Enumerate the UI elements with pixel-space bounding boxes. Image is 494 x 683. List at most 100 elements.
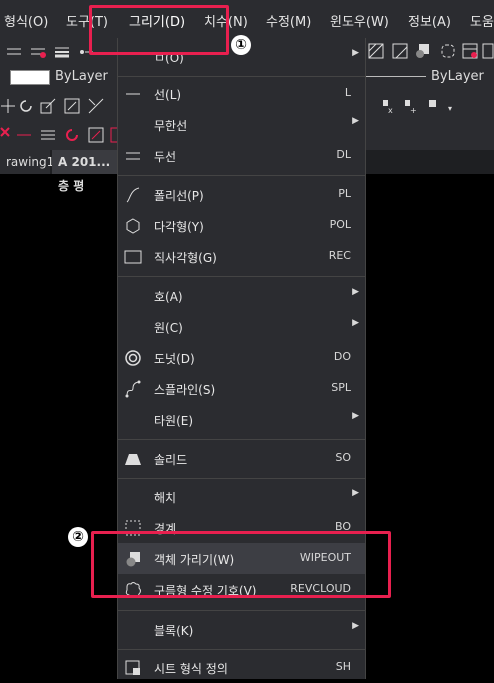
menu-item-label: 원(C) (154, 321, 183, 335)
block-edit-icon[interactable] (426, 98, 442, 114)
menu-item-rectangle[interactable]: 직사각형(G) REC (118, 241, 365, 272)
menu-item-line[interactable]: 선(L) L (118, 78, 365, 109)
menu-item-shortcut: SH (335, 660, 351, 673)
menu-item-polyline[interactable]: 폴리선(P) PL (118, 179, 365, 210)
menu-item-shortcut: POL (329, 218, 351, 231)
submenu-arrow-icon: ▶ (352, 621, 359, 631)
submenu-arrow-icon: ▶ (352, 48, 359, 58)
menu-item-label: 시트 형식 정의 (154, 662, 228, 676)
trim-icon[interactable] (88, 98, 104, 114)
menu-item-label: 다각형(Y) (154, 220, 204, 234)
menu-item-label: 타원(E) (154, 414, 194, 428)
color-bylayer-left[interactable]: ByLayer (55, 69, 108, 84)
callout-number-one: ① (231, 35, 251, 55)
regen-icon[interactable] (64, 127, 80, 143)
submenu-arrow-icon: ▶ (352, 116, 359, 126)
menu-item-xline[interactable]: 무한선 ▶ (118, 109, 365, 140)
menu-item-label: 블록(K) (154, 624, 194, 638)
toolbar-more-icon[interactable]: ▾ (448, 104, 452, 113)
menu-bar: 형식(O) 도구(T) 그리기(D) 치수(N) 수정(M) 윈도우(W) 정보… (0, 0, 494, 38)
submenu-arrow-icon: ▶ (352, 318, 359, 328)
layer-manager-icon[interactable] (30, 44, 46, 60)
menu-item-label: 폴리선(P) (154, 189, 204, 203)
menu-item-label: 선(L) (154, 88, 182, 102)
line-icon (126, 93, 140, 95)
submenu-arrow-icon: ▶ (352, 287, 359, 297)
svg-text:+: + (410, 106, 417, 114)
callout-number-two: ② (68, 527, 88, 547)
menu-separator (118, 439, 365, 440)
linetype-bylayer-right[interactable]: ByLayer (431, 69, 484, 84)
block-explode-icon[interactable]: x (380, 98, 396, 114)
menu-info[interactable]: 정보(A) (408, 11, 451, 30)
menu-separator (118, 478, 365, 479)
menu-item-sheet-format[interactable]: 시트 형식 정의 SH (118, 652, 365, 683)
spline-icon (125, 380, 141, 398)
menu-separator (118, 610, 365, 611)
menu-item-shortcut: PL (338, 187, 351, 200)
svg-text:x: x (388, 106, 393, 114)
menu-item-label: 두선 (154, 150, 177, 164)
stretch-icon[interactable] (64, 98, 80, 114)
donut-icon (125, 350, 141, 366)
menu-item-hatch[interactable]: 해치 ▶ (118, 481, 365, 512)
lineweight-icon[interactable] (54, 44, 70, 60)
revcloud-tool-icon[interactable] (440, 43, 456, 59)
scale-icon[interactable] (40, 98, 56, 114)
menu-item-shortcut: DL (336, 148, 351, 161)
submenu-arrow-icon: ▶ (352, 411, 359, 421)
tab-floor-plan[interactable]: A 201...층 평 (52, 150, 124, 193)
menu-item-solid[interactable]: 솔리드 SO (118, 443, 365, 474)
move-icon[interactable] (0, 98, 16, 114)
menu-separator (118, 76, 365, 77)
list-icon[interactable] (40, 127, 56, 143)
menu-item-dline[interactable]: 두선 DL (118, 140, 365, 171)
menu-item-label: 무한선 (154, 119, 188, 133)
callout-box-wipeout (91, 531, 391, 598)
rectangle-icon (124, 250, 142, 264)
menu-item-spline[interactable]: 스플라인(S) SPL (118, 373, 365, 404)
menu-format[interactable]: 형식(O) (4, 11, 48, 30)
table-icon[interactable] (462, 43, 478, 59)
polyline-icon (126, 187, 140, 203)
menu-item-label: 해치 (154, 491, 177, 505)
wipeout-tool-icon[interactable] (414, 43, 430, 59)
menu-separator (118, 276, 365, 277)
menu-item-ellipse[interactable]: 타원(E) ▶ (118, 404, 365, 435)
erase-icon[interactable] (0, 127, 16, 143)
hexagon-icon (126, 218, 140, 234)
menu-separator (118, 175, 365, 176)
gradient-icon[interactable] (392, 43, 408, 59)
hatch-icon[interactable] (368, 43, 384, 59)
menu-item-label: 호(A) (154, 290, 183, 304)
break-icon[interactable] (16, 127, 32, 143)
menu-item-shortcut: REC (328, 249, 351, 262)
menu-item-donut[interactable]: 도넛(D) DO (118, 342, 365, 373)
linetype-preview (364, 76, 426, 77)
menu-separator (118, 649, 365, 650)
menu-item-circle[interactable]: 원(C) ▶ (118, 311, 365, 342)
callout-box-draw-menu (89, 5, 229, 55)
menu-item-label: 도넛(D) (154, 352, 195, 366)
menu-item-arc[interactable]: 호(A) ▶ (118, 280, 365, 311)
rotate-icon[interactable] (18, 98, 34, 114)
tab-drawing1[interactable]: rawing1 (0, 150, 54, 174)
menu-item-shortcut: DO (333, 350, 351, 363)
menu-window[interactable]: 윈도우(W) (330, 11, 389, 30)
menu-help[interactable]: 도움 (470, 11, 494, 30)
solid-icon (125, 454, 141, 465)
double-line-icon (126, 152, 140, 160)
grid-icon[interactable] (482, 43, 494, 59)
menu-item-label: 직사각형(G) (154, 251, 217, 265)
menu-item-shortcut: L (344, 86, 351, 99)
menu-item-polygon[interactable]: 다각형(Y) POL (118, 210, 365, 241)
block-insert-icon[interactable]: + (402, 98, 418, 114)
menu-item-shortcut: SO (335, 451, 351, 464)
extend-icon[interactable] (88, 127, 104, 143)
menu-modify[interactable]: 수정(M) (266, 11, 311, 30)
menu-item-shortcut: SPL (331, 381, 351, 394)
linetype-icon[interactable] (6, 44, 22, 60)
menu-item-label: 스플라인(S) (154, 383, 216, 397)
menu-item-block[interactable]: 블록(K) ▶ (118, 614, 365, 645)
color-swatch[interactable] (10, 70, 50, 85)
